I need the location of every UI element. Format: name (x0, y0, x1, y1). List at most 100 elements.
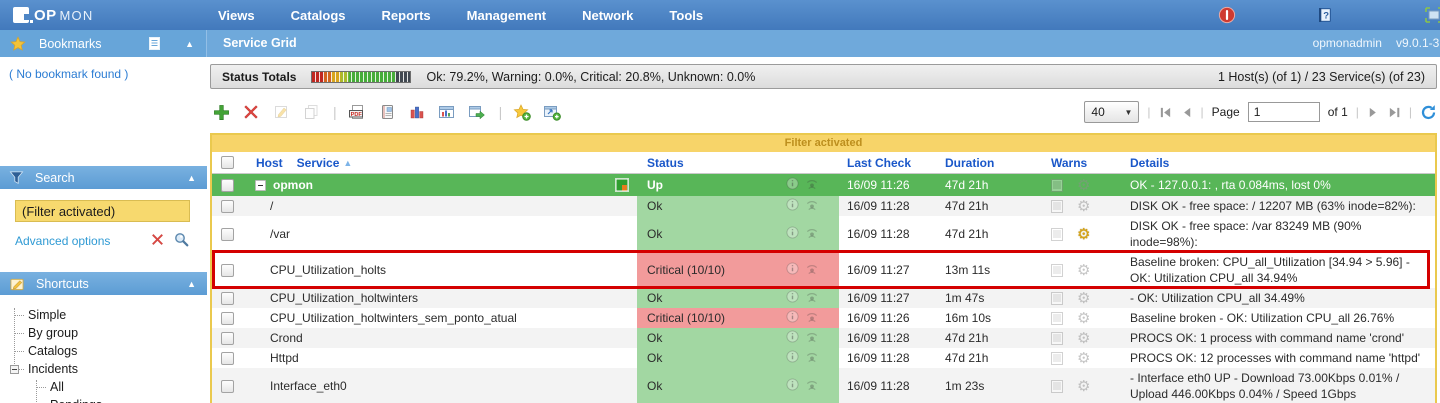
advanced-options-link[interactable]: Advanced options (15, 234, 110, 248)
menu-item-management[interactable]: Management (467, 8, 546, 23)
delete-icon[interactable] (240, 101, 262, 123)
previous-page-button[interactable] (1180, 106, 1193, 119)
warn-log-icon[interactable] (1051, 179, 1063, 192)
fullscreen-icon[interactable] (1424, 6, 1440, 27)
help-icon[interactable]: ? (1316, 6, 1334, 27)
shortcuts-panel-header[interactable]: Shortcuts ▲ (0, 272, 207, 295)
column-header-warns[interactable]: Warns (1037, 156, 1122, 170)
first-page-button[interactable] (1159, 106, 1172, 119)
service-name[interactable]: Crond (270, 331, 303, 345)
column-header-status[interactable]: Status (637, 152, 839, 173)
warn-log-icon[interactable] (1051, 312, 1063, 325)
warn-gear-icon[interactable]: ⚙ (1077, 179, 1090, 192)
sidebar-item-by-group[interactable]: By group (9, 324, 207, 342)
row-checkbox[interactable] (221, 380, 234, 393)
clear-filter-icon[interactable] (151, 233, 164, 249)
open-window-add-icon[interactable] (541, 101, 563, 123)
window-export-icon[interactable] (466, 101, 488, 123)
service-name[interactable]: CPU_Utilization_holts (270, 263, 386, 277)
acknowledge-icon[interactable] (805, 378, 819, 394)
last-page-button[interactable] (1388, 106, 1401, 119)
menu-item-catalogs[interactable]: Catalogs (291, 8, 346, 23)
info-icon[interactable] (786, 350, 799, 366)
table-row[interactable]: CPU_Utilization_holtsCritical (10/10)16/… (212, 252, 1435, 288)
page-number-input[interactable] (1248, 102, 1320, 122)
sidebar-item-pendings[interactable]: Pendings (9, 396, 207, 403)
sidebar-item-simple[interactable]: Simple (9, 306, 207, 324)
column-header-last-check[interactable]: Last Check (839, 156, 937, 170)
acknowledge-icon[interactable] (805, 310, 819, 326)
info-icon[interactable] (786, 378, 799, 394)
service-name[interactable]: / (270, 199, 273, 213)
add-bookmark-icon[interactable] (511, 101, 533, 123)
bookmarks-panel-header[interactable]: Bookmarks ▲ (0, 30, 207, 57)
acknowledge-icon[interactable] (805, 330, 819, 346)
refresh-icon[interactable] (1420, 104, 1437, 121)
info-icon[interactable] (786, 226, 799, 242)
info-icon[interactable] (786, 330, 799, 346)
table-row[interactable]: CPU_Utilization_holtwintersOk16/09 11:27… (212, 288, 1435, 308)
acknowledge-icon[interactable] (805, 350, 819, 366)
warn-log-icon[interactable] (1051, 352, 1063, 365)
warn-gear-icon[interactable]: ⚙ (1077, 380, 1090, 393)
row-checkbox[interactable] (221, 292, 234, 305)
column-header-details[interactable]: Details (1122, 153, 1435, 173)
warn-gear-icon[interactable]: ⚙ (1077, 228, 1090, 241)
warn-gear-icon[interactable]: ⚙ (1077, 332, 1090, 345)
window-chart-icon[interactable] (436, 101, 458, 123)
opmon-logo[interactable]: OP MON (13, 7, 208, 24)
collapse-host-icon[interactable] (255, 180, 266, 191)
acknowledge-icon[interactable] (805, 226, 819, 242)
info-icon[interactable] (786, 290, 799, 306)
collapse-arrow-icon[interactable]: ▲ (187, 279, 196, 289)
menu-item-reports[interactable]: Reports (382, 8, 431, 23)
search-magnifier-icon[interactable] (173, 231, 190, 251)
sidebar-item-incidents[interactable]: Incidents (9, 360, 207, 378)
warn-log-icon[interactable] (1051, 200, 1063, 213)
row-checkbox[interactable] (221, 228, 234, 241)
warn-log-icon[interactable] (1051, 228, 1063, 241)
row-checkbox[interactable] (221, 352, 234, 365)
report-icon[interactable] (376, 101, 398, 123)
tree-collapse-icon[interactable] (10, 365, 19, 374)
service-name[interactable]: CPU_Utilization_holtwinters (270, 291, 418, 305)
row-checkbox[interactable] (221, 179, 234, 192)
warn-log-icon[interactable] (1051, 380, 1063, 393)
collapse-arrow-icon[interactable]: ▲ (185, 39, 194, 49)
next-page-button[interactable] (1367, 106, 1380, 119)
info-icon[interactable] (786, 177, 799, 193)
service-name[interactable]: /var (270, 227, 290, 241)
menu-item-tools[interactable]: Tools (669, 8, 703, 23)
info-icon[interactable] (786, 262, 799, 278)
service-name[interactable]: CPU_Utilization_holtwinters_sem_ponto_at… (270, 311, 517, 325)
sidebar-item-catalogs[interactable]: Catalogs (9, 342, 207, 360)
column-header-host[interactable]: Host (256, 156, 283, 170)
table-row[interactable]: HttpdOk16/09 11:2847d 21h⚙PROCS OK: 12 p… (212, 348, 1435, 368)
info-icon[interactable] (786, 198, 799, 214)
column-header-service[interactable]: Service▲ (297, 156, 353, 170)
add-icon[interactable] (210, 101, 232, 123)
page-size-select[interactable]: 40 ▼ (1084, 101, 1139, 123)
warn-gear-icon[interactable]: ⚙ (1077, 264, 1090, 277)
collapse-arrow-icon[interactable]: ▲ (187, 173, 196, 183)
service-name[interactable]: Httpd (270, 351, 299, 365)
warn-log-icon[interactable] (1051, 292, 1063, 305)
acknowledge-icon[interactable] (805, 198, 819, 214)
username[interactable]: opmonadmin (1313, 36, 1382, 50)
warn-log-icon[interactable] (1051, 332, 1063, 345)
bookmark-list-icon[interactable] (148, 36, 161, 51)
warn-log-icon[interactable] (1051, 264, 1063, 277)
column-header-duration[interactable]: Duration (937, 156, 1037, 170)
row-checkbox[interactable] (221, 200, 234, 213)
warn-gear-icon[interactable]: ⚙ (1077, 312, 1090, 325)
table-row[interactable]: /Ok16/09 11:2847d 21h⚙DISK OK - free spa… (212, 196, 1435, 216)
table-row[interactable]: Interface_eth0Ok16/09 11:281m 23s⚙- Inte… (212, 368, 1435, 403)
export-pdf-icon[interactable]: PDF (346, 101, 368, 123)
menu-item-network[interactable]: Network (582, 8, 633, 23)
host-row[interactable]: opmonUp16/09 11:2647d 21h⚙OK - 127.0.0.1… (212, 174, 1435, 196)
table-row[interactable]: CrondOk16/09 11:2847d 21h⚙PROCS OK: 1 pr… (212, 328, 1435, 348)
alert-icon[interactable] (1218, 6, 1236, 27)
host-name[interactable]: opmon (273, 178, 313, 192)
warn-gear-icon[interactable]: ⚙ (1077, 352, 1090, 365)
row-checkbox[interactable] (221, 264, 234, 277)
